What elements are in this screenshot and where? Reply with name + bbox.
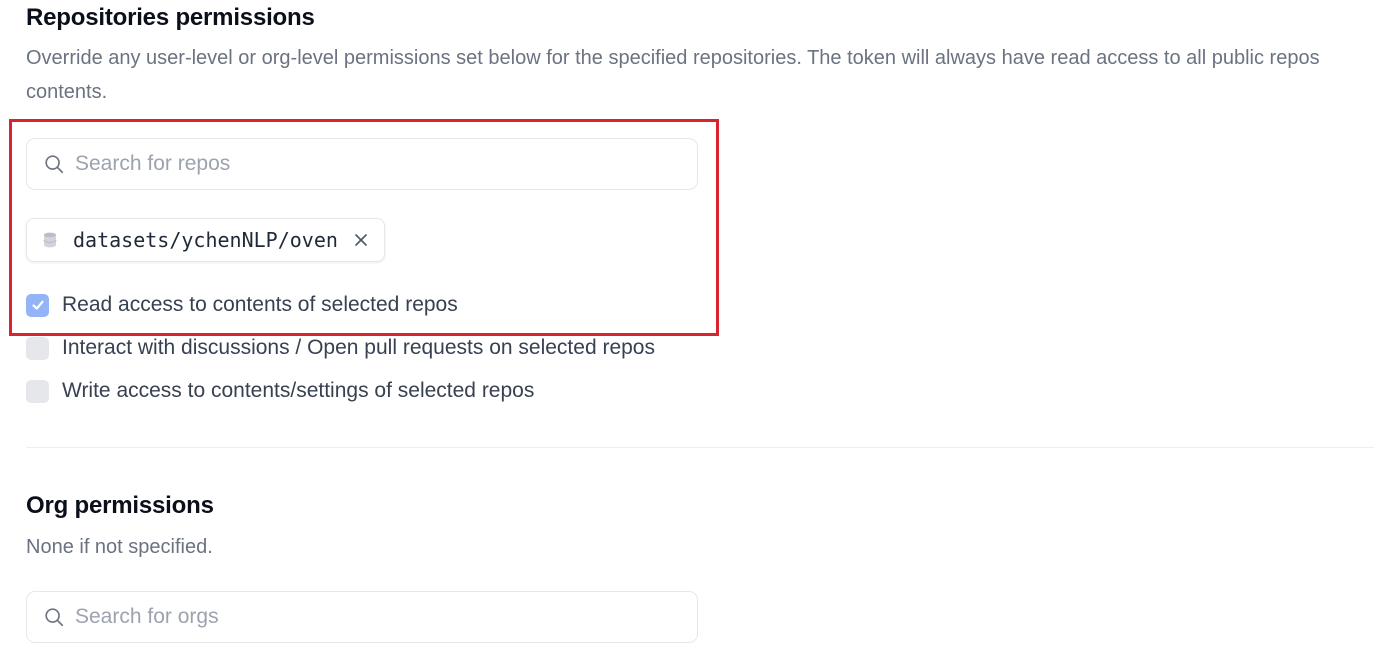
org-search-input[interactable] xyxy=(75,605,675,629)
database-icon xyxy=(43,232,57,248)
selected-repo-chip: datasets/ychenNLP/oven xyxy=(26,218,385,262)
permission-discussions-checkbox[interactable] xyxy=(26,336,49,360)
org-section-title: Org permissions xyxy=(26,492,214,519)
search-icon xyxy=(45,608,64,627)
permission-write-label: Write access to contents/settings of sel… xyxy=(62,379,535,402)
search-icon xyxy=(45,155,64,174)
org-section-description: None if not specified. xyxy=(26,536,213,558)
close-icon[interactable] xyxy=(354,233,368,247)
repo-search-box[interactable] xyxy=(26,138,698,190)
repos-section-description: Override any user-level or org-level per… xyxy=(26,47,1320,103)
permission-read-row[interactable]: Read access to contents of selected repo… xyxy=(26,293,458,317)
permission-read-checkbox[interactable] xyxy=(26,293,49,317)
org-search-box[interactable] xyxy=(26,591,698,643)
permission-read-label: Read access to contents of selected repo… xyxy=(62,293,458,316)
checkmark-icon xyxy=(31,300,44,310)
selected-repo-label: datasets/ychenNLP/oven xyxy=(73,228,338,252)
repos-section-title: Repositories permissions xyxy=(26,4,315,31)
permission-discussions-row[interactable]: Interact with discussions / Open pull re… xyxy=(26,336,655,360)
section-divider xyxy=(26,447,1374,448)
permission-discussions-label: Interact with discussions / Open pull re… xyxy=(62,336,655,359)
repo-search-input[interactable] xyxy=(75,152,675,176)
permission-write-checkbox[interactable] xyxy=(26,379,49,403)
permission-write-row[interactable]: Write access to contents/settings of sel… xyxy=(26,379,534,403)
